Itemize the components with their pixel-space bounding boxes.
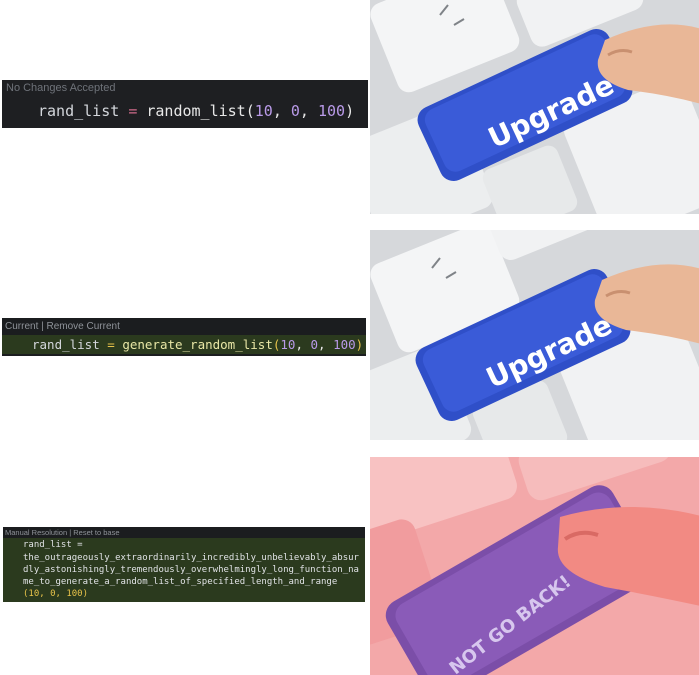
code-line: (10, 0, 100) xyxy=(23,589,89,599)
code-close-paren: ) xyxy=(355,337,364,352)
code-operator: = xyxy=(128,102,138,120)
keyboard-photo-upgrade-2: Upgrade xyxy=(370,230,699,440)
code-arg: 0 xyxy=(310,337,319,352)
code-operator: = xyxy=(107,337,115,352)
keyboard-photo-not-go-back: NOT GO BACK! xyxy=(370,457,699,675)
code-comma: , xyxy=(272,102,291,120)
code-arg: 100 xyxy=(317,102,346,120)
code-panel-no-changes: No Changes Accepted rand_list = random_l… xyxy=(2,80,368,128)
code-panel-current: Current | Remove Current rand_list = gen… xyxy=(2,318,366,356)
panel-header[interactable]: Current | Remove Current xyxy=(5,321,120,332)
keyboard-photo-upgrade-1: Upgrade xyxy=(370,0,699,214)
code-line: rand_list = xyxy=(23,540,83,550)
code-close-paren: ) xyxy=(345,102,355,120)
code-function-name: random_list xyxy=(146,102,246,120)
code-comma: , xyxy=(318,337,334,352)
code-line: rand_list = generate_random_list(10, 0, … xyxy=(32,337,363,352)
code-variable: rand_list xyxy=(38,102,120,120)
code-arg: 10 xyxy=(280,337,296,352)
keyboard-image: NOT GO BACK! xyxy=(370,457,699,675)
separator xyxy=(370,440,699,457)
code-function-name: generate_random_list xyxy=(122,337,273,352)
code-line: me_to_generate_a_random_list_of_specifie… xyxy=(23,577,338,587)
code-arg: 100 xyxy=(333,337,356,352)
code-arg: 10 xyxy=(254,102,273,120)
code-comma: , xyxy=(299,102,318,120)
code-open-paren: ( xyxy=(245,102,255,120)
keyboard-image: Upgrade xyxy=(370,0,699,214)
panel-header: No Changes Accepted xyxy=(6,82,116,94)
keyboard-image: Upgrade xyxy=(370,230,699,440)
code-panel-manual-resolution: Manual Resolution | Reset to base rand_l… xyxy=(3,527,365,602)
code-comma: , xyxy=(295,337,311,352)
panel-header[interactable]: Manual Resolution | Reset to base xyxy=(5,528,120,537)
separator xyxy=(370,214,699,230)
code-arg: 0 xyxy=(290,102,300,120)
code-line: rand_list = random_list(10, 0, 100) xyxy=(38,102,354,120)
code-line: the_outrageously_extraordinarily_incredi… xyxy=(23,553,359,563)
code-line: dly_astonishingly_tremendously_overwhelm… xyxy=(23,565,359,575)
code-variable: rand_list xyxy=(32,337,100,352)
